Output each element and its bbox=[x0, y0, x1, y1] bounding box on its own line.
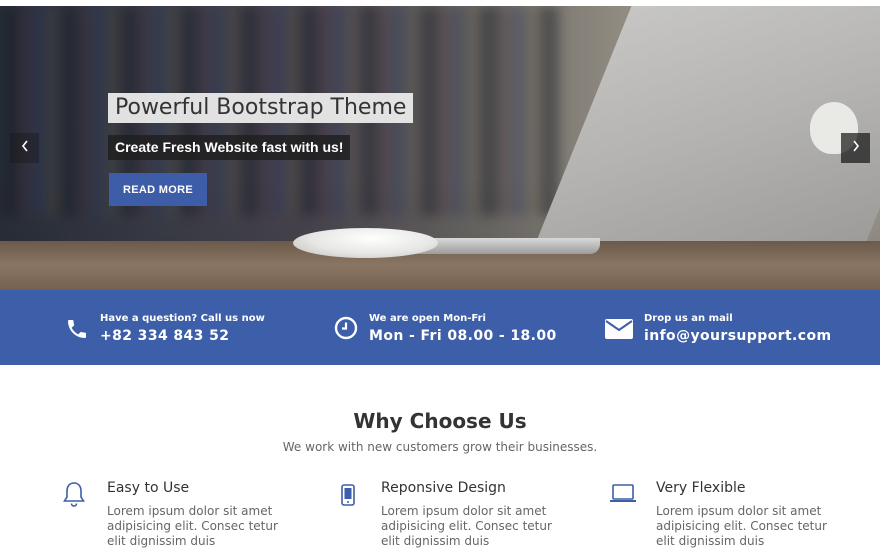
feature-text: Lorem ipsum dolor sit amet adipisicing e… bbox=[381, 504, 552, 548]
chevron-right-icon bbox=[851, 139, 861, 158]
chevron-left-icon bbox=[20, 139, 30, 158]
slider-next-button[interactable] bbox=[841, 133, 870, 163]
hero-mouse bbox=[293, 228, 438, 258]
laptop-icon bbox=[609, 484, 637, 509]
info-label: We are open Mon-Fri bbox=[369, 313, 486, 324]
bell-icon bbox=[62, 480, 86, 513]
info-value-mail[interactable]: info@yoursupport.com bbox=[644, 328, 831, 344]
section-title: Why Choose Us bbox=[353, 409, 527, 433]
clock-icon bbox=[334, 316, 358, 345]
feature-title: Easy to Use bbox=[107, 480, 190, 496]
slide-title: Powerful Bootstrap Theme bbox=[108, 93, 414, 123]
slide-subtitle: Create Fresh Website fast with us! bbox=[108, 135, 351, 160]
info-value-phone: +82 334 843 52 bbox=[100, 328, 230, 344]
feature-text: Lorem ipsum dolor sit amet adipisicing e… bbox=[107, 504, 278, 548]
mobile-icon bbox=[341, 484, 355, 511]
info-value-hours: Mon - Fri 08.00 - 18.00 bbox=[369, 328, 557, 344]
envelope-icon bbox=[604, 318, 634, 345]
feature-title: Reponsive Design bbox=[381, 480, 506, 496]
feature-text: Lorem ipsum dolor sit amet adipisicing e… bbox=[656, 504, 827, 548]
section-subtitle: We work with new customers grow their bu… bbox=[282, 440, 598, 454]
feature-title: Very Flexible bbox=[656, 480, 746, 496]
slider-prev-button[interactable] bbox=[10, 133, 39, 163]
info-label: Drop us an mail bbox=[644, 313, 733, 324]
read-more-button[interactable]: READ MORE bbox=[109, 173, 207, 206]
info-label: Have a question? Call us now bbox=[100, 313, 265, 324]
phone-icon bbox=[65, 317, 89, 346]
contact-info-bar: Have a question? Call us now +82 334 843… bbox=[0, 290, 880, 365]
